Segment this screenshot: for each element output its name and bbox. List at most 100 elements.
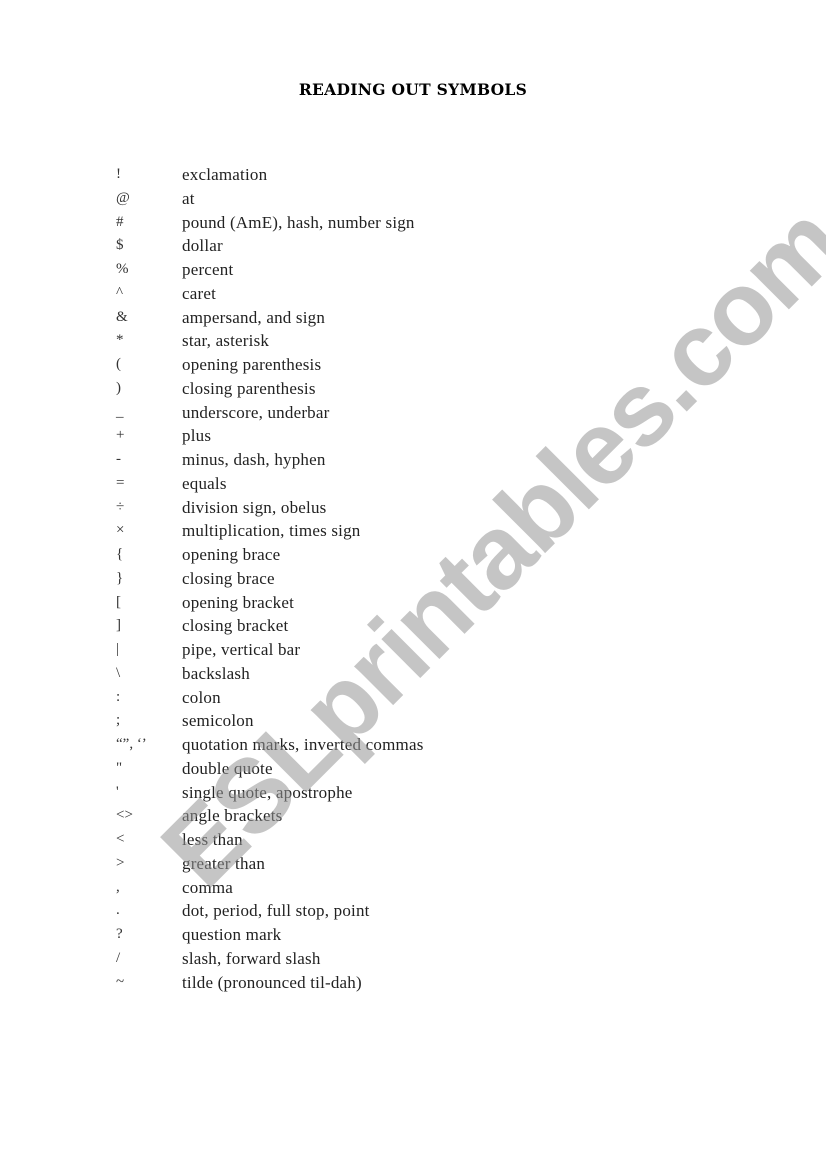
symbol-row: % percent [0, 258, 826, 282]
symbol-row: ^ caret [0, 282, 826, 306]
symbol-description: division sign, obelus [182, 497, 327, 517]
symbol-description: percent [182, 260, 234, 279]
symbol-description: comma [182, 877, 234, 897]
symbol-description: pound (AmE), hash, number sign [182, 212, 415, 232]
symbol-row: \ backslash [0, 662, 826, 686]
symbol-glyph: ' [116, 783, 119, 800]
symbol-description: minus, dash, hyphen [182, 450, 326, 469]
symbol-row: $ dollar [0, 234, 826, 258]
symbol-row: {opening brace [0, 543, 826, 567]
page-title: READING OUT SYMBOLS [298, 80, 528, 99]
symbol-glyph: { [116, 546, 124, 562]
symbol-row: + plus [0, 424, 826, 448]
symbol-description: exclamation [182, 165, 268, 184]
symbol-row: , comma [0, 876, 826, 900]
symbol-glyph: . [116, 902, 120, 919]
symbol-glyph: : [116, 688, 121, 705]
symbol-row: ' single quote, apostrophe [0, 781, 826, 805]
symbol-description: tilde (pronounced til-dah) [182, 972, 362, 992]
symbol-row: * star, asterisk [0, 329, 826, 353]
symbol-row: @ at [0, 187, 826, 211]
symbol-glyph: ; [116, 712, 121, 729]
symbol-description: question mark [182, 925, 282, 944]
symbol-glyph: \ [116, 664, 121, 681]
symbol-glyph: & [116, 308, 128, 325]
symbol-row: - minus, dash, hyphen [0, 448, 826, 472]
symbol-row: “”, ‘’ quotation marks, inverted commas [0, 733, 826, 757]
symbol-description: star, asterisk [182, 331, 270, 351]
symbol-glyph: - [116, 451, 121, 467]
symbol-glyph: × [116, 522, 125, 539]
symbol-description: closing parenthesis [182, 378, 316, 398]
symbol-row: . dot, period, full stop, point [0, 899, 826, 923]
symbol-row: ( opening parenthesis [0, 353, 826, 377]
symbol-description: closing bracket [182, 616, 289, 636]
symbol-description: underscore, underbar [182, 402, 330, 422]
symbol-row: ) closing parenthesis [0, 377, 826, 401]
symbol-description: backslash [182, 663, 250, 683]
symbol-description: semicolon [182, 711, 254, 731]
symbol-description: at [182, 188, 195, 208]
symbol-row: | pipe, vertical bar [0, 638, 826, 662]
symbol-description: equals [182, 473, 227, 493]
symbol-glyph: , [116, 878, 120, 895]
symbol-row: > greater than [0, 852, 826, 876]
symbol-glyph: # [116, 213, 124, 230]
symbol-glyph: ! [116, 166, 121, 182]
symbol-row: ! exclamation [0, 163, 826, 187]
symbol-description: slash, forward slash [182, 948, 321, 968]
symbol-glyph: ) [116, 379, 121, 396]
symbol-glyph: = [116, 474, 125, 491]
symbol-glyph: “”, ‘’ [116, 736, 147, 752]
symbol-glyph: ÷ [116, 498, 125, 515]
symbol-row: # pound (AmE), hash, number sign [0, 211, 826, 235]
symbol-glyph: " [116, 759, 123, 776]
symbol-glyph: ^ [116, 284, 124, 301]
symbol-description: pipe, vertical bar [182, 640, 301, 659]
symbol-glyph: ( [116, 356, 121, 372]
symbol-glyph: ~ [116, 973, 125, 990]
symbol-glyph: $ [116, 237, 124, 254]
symbol-row: " double quote [0, 757, 826, 781]
symbol-glyph: | [116, 641, 120, 657]
symbol-glyph: _ [116, 403, 124, 420]
symbol-description: single quote, apostrophe [182, 782, 353, 802]
symbol-description: closing brace [182, 568, 275, 588]
symbol-description: dot, period, full stop, point [182, 901, 370, 921]
symbol-row: : colon [0, 686, 826, 710]
symbol-row: ? question mark [0, 923, 826, 947]
symbol-description: plus [182, 426, 212, 446]
symbol-description: multiplication, times sign [182, 521, 361, 541]
symbol-description: dollar [182, 236, 223, 256]
symbol-glyph: > [116, 854, 125, 871]
symbol-description: caret [182, 283, 217, 303]
symbol-row: & ampersand, and sign [0, 306, 826, 330]
symbol-list: ! exclamation @ at # pound (AmE), hash, numbe… [0, 163, 826, 994]
symbol-description: double quote [182, 758, 273, 778]
symbol-glyph: <> [116, 807, 133, 824]
symbol-description: opening parenthesis [182, 355, 322, 374]
symbol-description: angle brackets [182, 806, 283, 826]
symbol-glyph: + [116, 427, 125, 444]
symbol-description: ampersand, and sign [182, 307, 326, 327]
symbol-row: × multiplication, times sign [0, 519, 826, 543]
symbol-row: ~ tilde (pronounced til-dah) [0, 971, 826, 995]
symbol-description: colon [182, 687, 221, 707]
symbol-row: <> angle brackets [0, 804, 826, 828]
symbol-row: _ underscore, underbar [0, 401, 826, 425]
symbol-row: = equals [0, 472, 826, 496]
symbol-glyph: } [116, 569, 124, 586]
symbol-glyph: [ [116, 593, 121, 610]
symbol-glyph: ] [116, 617, 121, 634]
symbol-row: / slash, forward slash [0, 947, 826, 971]
symbol-glyph: % [116, 261, 129, 277]
symbol-row: ÷ division sign, obelus [0, 496, 826, 520]
symbol-row: ] closing bracket [0, 614, 826, 638]
symbol-description: opening bracket [182, 592, 295, 612]
symbol-glyph: ? [116, 926, 123, 942]
symbol-description: quotation marks, inverted commas [182, 735, 424, 754]
symbol-row: } closing brace [0, 567, 826, 591]
symbol-description: less than [182, 830, 243, 849]
symbol-row: [ opening bracket [0, 591, 826, 615]
symbol-glyph: * [116, 332, 124, 349]
